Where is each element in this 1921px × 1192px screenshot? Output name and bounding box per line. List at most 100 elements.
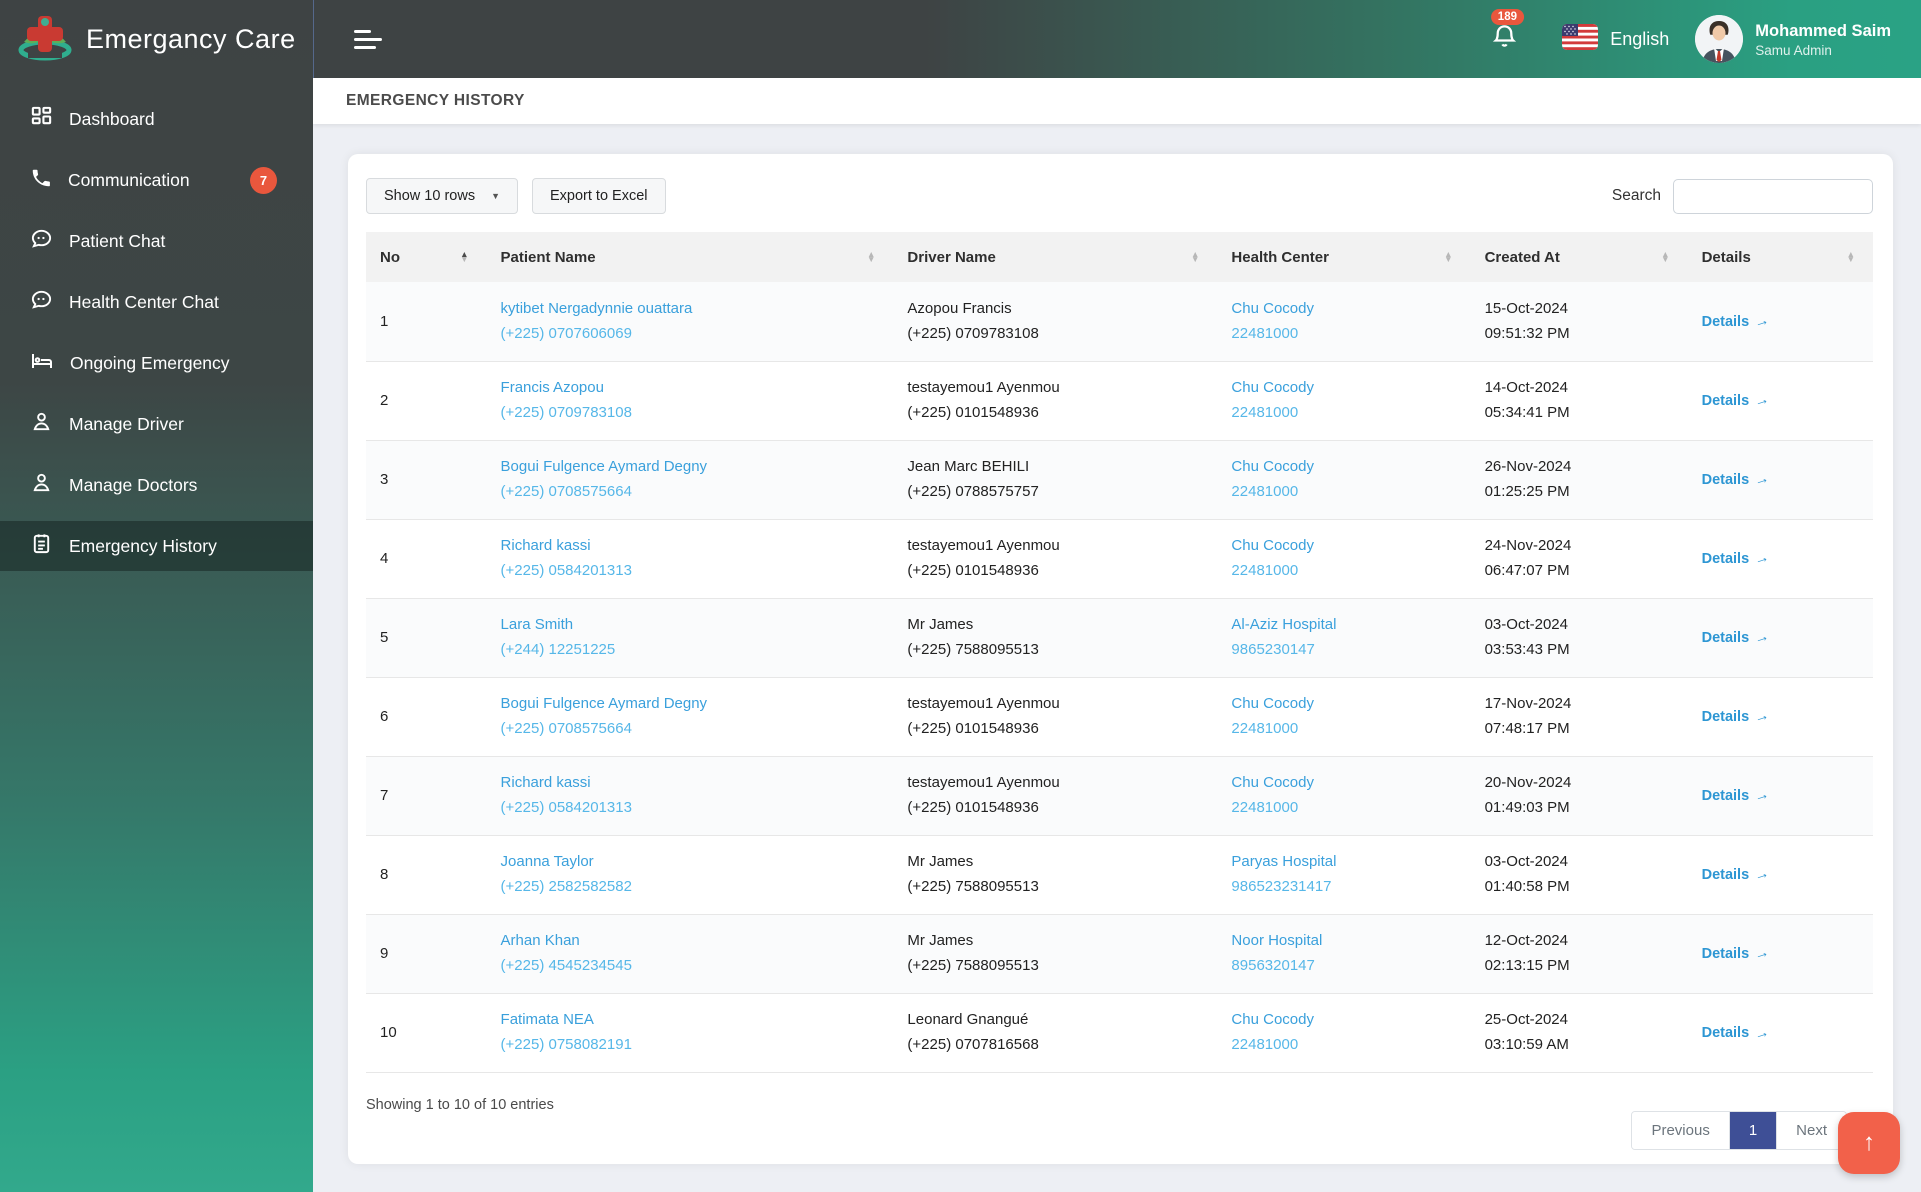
health-center-phone-link[interactable]: 8956320147 bbox=[1231, 956, 1314, 976]
health-center-phone-link[interactable]: 22481000 bbox=[1231, 324, 1298, 344]
column-header-no[interactable]: No ▲ ▼ bbox=[366, 232, 487, 282]
sidebar-toggle-icon[interactable] bbox=[354, 29, 382, 49]
created-date: 24-Nov-2024 bbox=[1484, 537, 1572, 554]
patient-name-link[interactable]: Joanna Taylor bbox=[501, 852, 594, 872]
sidebar-item-manage-doctors[interactable]: Manage Doctors bbox=[0, 460, 313, 510]
show-rows-dropdown[interactable]: Show 10 rows ▼ bbox=[366, 178, 518, 214]
health-center-link[interactable]: Paryas Hospital bbox=[1231, 852, 1336, 872]
sidebar-item-label: Dashboard bbox=[69, 108, 155, 129]
patient-phone-link[interactable]: (+225) 0584201313 bbox=[501, 561, 632, 581]
health-center-link[interactable]: Chu Cocody bbox=[1231, 773, 1314, 793]
details-link[interactable]: Details → bbox=[1702, 469, 1772, 490]
column-label: Created At bbox=[1484, 248, 1560, 266]
column-header-health-center[interactable]: Health Center ▲ ▼ bbox=[1217, 232, 1471, 282]
notifications-button[interactable]: 189 bbox=[1490, 9, 1524, 55]
patient-name-link[interactable]: Richard kassi bbox=[501, 536, 591, 556]
patient-phone-link[interactable]: (+225) 0707606069 bbox=[501, 324, 632, 344]
health-center-link[interactable]: Al-Aziz Hospital bbox=[1231, 615, 1336, 635]
arrow-right-icon: → bbox=[1751, 390, 1772, 412]
communication-count-badge: 7 bbox=[250, 167, 277, 194]
health-center-link[interactable]: Chu Cocody bbox=[1231, 536, 1314, 556]
details-link[interactable]: Details → bbox=[1702, 706, 1772, 728]
created-time: 01:49:03 PM bbox=[1484, 798, 1570, 816]
details-link[interactable]: Details → bbox=[1702, 548, 1772, 569]
next-page-button[interactable]: Next bbox=[1776, 1112, 1846, 1149]
details-link[interactable]: Details → bbox=[1701, 1022, 1772, 1044]
patient-phone-link[interactable]: (+225) 2582582582 bbox=[501, 877, 632, 897]
details-link[interactable]: Details → bbox=[1702, 390, 1772, 412]
arrow-right-icon: → bbox=[1751, 1022, 1772, 1044]
sidebar-item-dashboard[interactable]: Dashboard bbox=[0, 94, 313, 144]
brand-logo-icon bbox=[14, 8, 76, 71]
column-header-details[interactable]: Details ▲ ▼ bbox=[1687, 232, 1873, 282]
health-center-link[interactable]: Chu Cocody bbox=[1231, 1010, 1314, 1030]
table-row: 8 Joanna Taylor (+225) 2582582582 Mr Jame… bbox=[366, 834, 1873, 914]
patient-phone-link[interactable]: (+225) 0708575664 bbox=[501, 482, 632, 502]
table-row: 3 Bogui Fulgence Aymard Degny (+225) 0708… bbox=[366, 439, 1873, 519]
current-page-button[interactable]: 1 bbox=[1728, 1112, 1777, 1149]
export-to-excel-button[interactable]: Export to Excel bbox=[532, 178, 666, 214]
patient-name-link[interactable]: Francis Azopou bbox=[501, 378, 604, 398]
patient-name-link[interactable]: Lara Smith bbox=[501, 615, 574, 635]
health-center-phone-link[interactable]: 22481000 bbox=[1231, 1035, 1298, 1055]
details-link[interactable]: Details → bbox=[1702, 627, 1772, 648]
patient-name-link[interactable]: kytibet Nergadynnie ouattara bbox=[501, 299, 693, 319]
user-menu[interactable]: Mohammed Saim Samu Admin bbox=[1695, 15, 1891, 63]
previous-page-button[interactable]: Previous bbox=[1632, 1112, 1729, 1149]
details-link[interactable]: Details → bbox=[1702, 311, 1772, 332]
health-center-link[interactable]: Noor Hospital bbox=[1231, 931, 1322, 951]
column-header-driver-name[interactable]: Driver Name ▲ ▼ bbox=[893, 232, 1218, 282]
arrow-right-icon: → bbox=[1751, 706, 1772, 728]
driver-name: testayemou1 Ayenmou bbox=[907, 537, 1060, 554]
search-input[interactable] bbox=[1673, 178, 1873, 214]
details-link[interactable]: Details → bbox=[1702, 864, 1772, 885]
person-icon bbox=[30, 471, 53, 499]
table-row: 2 Francis Azopou (+225) 0709783108 testay… bbox=[366, 360, 1873, 440]
sidebar-item-label: Communication bbox=[68, 169, 190, 190]
patient-phone-link[interactable]: (+225) 0758082191 bbox=[501, 1035, 632, 1055]
patient-phone-link[interactable]: (+225) 0708575664 bbox=[501, 719, 632, 739]
patient-phone-link[interactable]: (+225) 0584201313 bbox=[501, 798, 632, 818]
brand[interactable]: Emergancy Care bbox=[0, 0, 313, 78]
sidebar-item-ongoing-emergency[interactable]: Ongoing Emergency bbox=[0, 338, 313, 388]
arrow-right-icon: → bbox=[1751, 943, 1772, 965]
details-label: Details bbox=[1701, 1025, 1750, 1041]
sidebar-item-communication[interactable]: Communication 7 bbox=[0, 155, 313, 205]
health-center-phone-link[interactable]: 22481000 bbox=[1231, 719, 1298, 739]
emergency-history-card: Show 10 rows ▼ Export to Excel Search No… bbox=[348, 154, 1893, 1164]
patient-name-link[interactable]: Bogui Fulgence Aymard Degny bbox=[501, 694, 708, 714]
phone-icon bbox=[30, 167, 52, 194]
language-selector[interactable]: English bbox=[1562, 23, 1669, 55]
patient-phone-link[interactable]: (+244) 12251225 bbox=[501, 640, 616, 660]
column-header-created-at[interactable]: Created At ▲ ▼ bbox=[1470, 232, 1688, 282]
created-time: 01:25:25 PM bbox=[1484, 482, 1570, 500]
created-date: 25-Oct-2024 bbox=[1484, 1011, 1568, 1029]
scroll-to-top-button[interactable]: ↑ bbox=[1838, 1112, 1900, 1174]
patient-name-link[interactable]: Richard kassi bbox=[501, 773, 591, 793]
sidebar-item-emergency-history[interactable]: Emergency History bbox=[0, 521, 313, 571]
details-link[interactable]: Details → bbox=[1702, 943, 1772, 965]
health-center-link[interactable]: Chu Cocody bbox=[1231, 299, 1314, 319]
health-center-link[interactable]: Chu Cocody bbox=[1231, 378, 1314, 398]
chat-bubble-icon bbox=[30, 288, 53, 316]
patient-phone-link[interactable]: (+225) 4545234545 bbox=[501, 956, 632, 976]
health-center-phone-link[interactable]: 986523231417 bbox=[1231, 877, 1331, 897]
health-center-phone-link[interactable]: 22481000 bbox=[1231, 561, 1298, 581]
details-link[interactable]: Details → bbox=[1702, 785, 1772, 806]
health-center-link[interactable]: Chu Cocody bbox=[1231, 457, 1314, 477]
sidebar-item-health-center-chat[interactable]: Health Center Chat bbox=[0, 277, 313, 327]
health-center-phone-link[interactable]: 22481000 bbox=[1231, 482, 1298, 502]
sidebar-item-manage-driver[interactable]: Manage Driver bbox=[0, 399, 313, 449]
patient-name-link[interactable]: Fatimata NEA bbox=[501, 1010, 594, 1030]
sidebar-item-label: Ongoing Emergency bbox=[70, 352, 230, 373]
health-center-phone-link[interactable]: 22481000 bbox=[1231, 798, 1298, 818]
main-content: Show 10 rows ▼ Export to Excel Search No… bbox=[313, 124, 1921, 1192]
health-center-phone-link[interactable]: 22481000 bbox=[1231, 403, 1298, 423]
health-center-phone-link[interactable]: 9865230147 bbox=[1231, 640, 1314, 660]
column-header-patient-name[interactable]: Patient Name ▲ ▼ bbox=[486, 232, 894, 282]
patient-name-link[interactable]: Bogui Fulgence Aymard Degny bbox=[501, 457, 708, 477]
patient-phone-link[interactable]: (+225) 0709783108 bbox=[501, 403, 632, 423]
health-center-link[interactable]: Chu Cocody bbox=[1231, 694, 1314, 714]
patient-name-link[interactable]: Arhan Khan bbox=[501, 931, 580, 951]
sidebar-item-patient-chat[interactable]: Patient Chat bbox=[0, 216, 313, 266]
